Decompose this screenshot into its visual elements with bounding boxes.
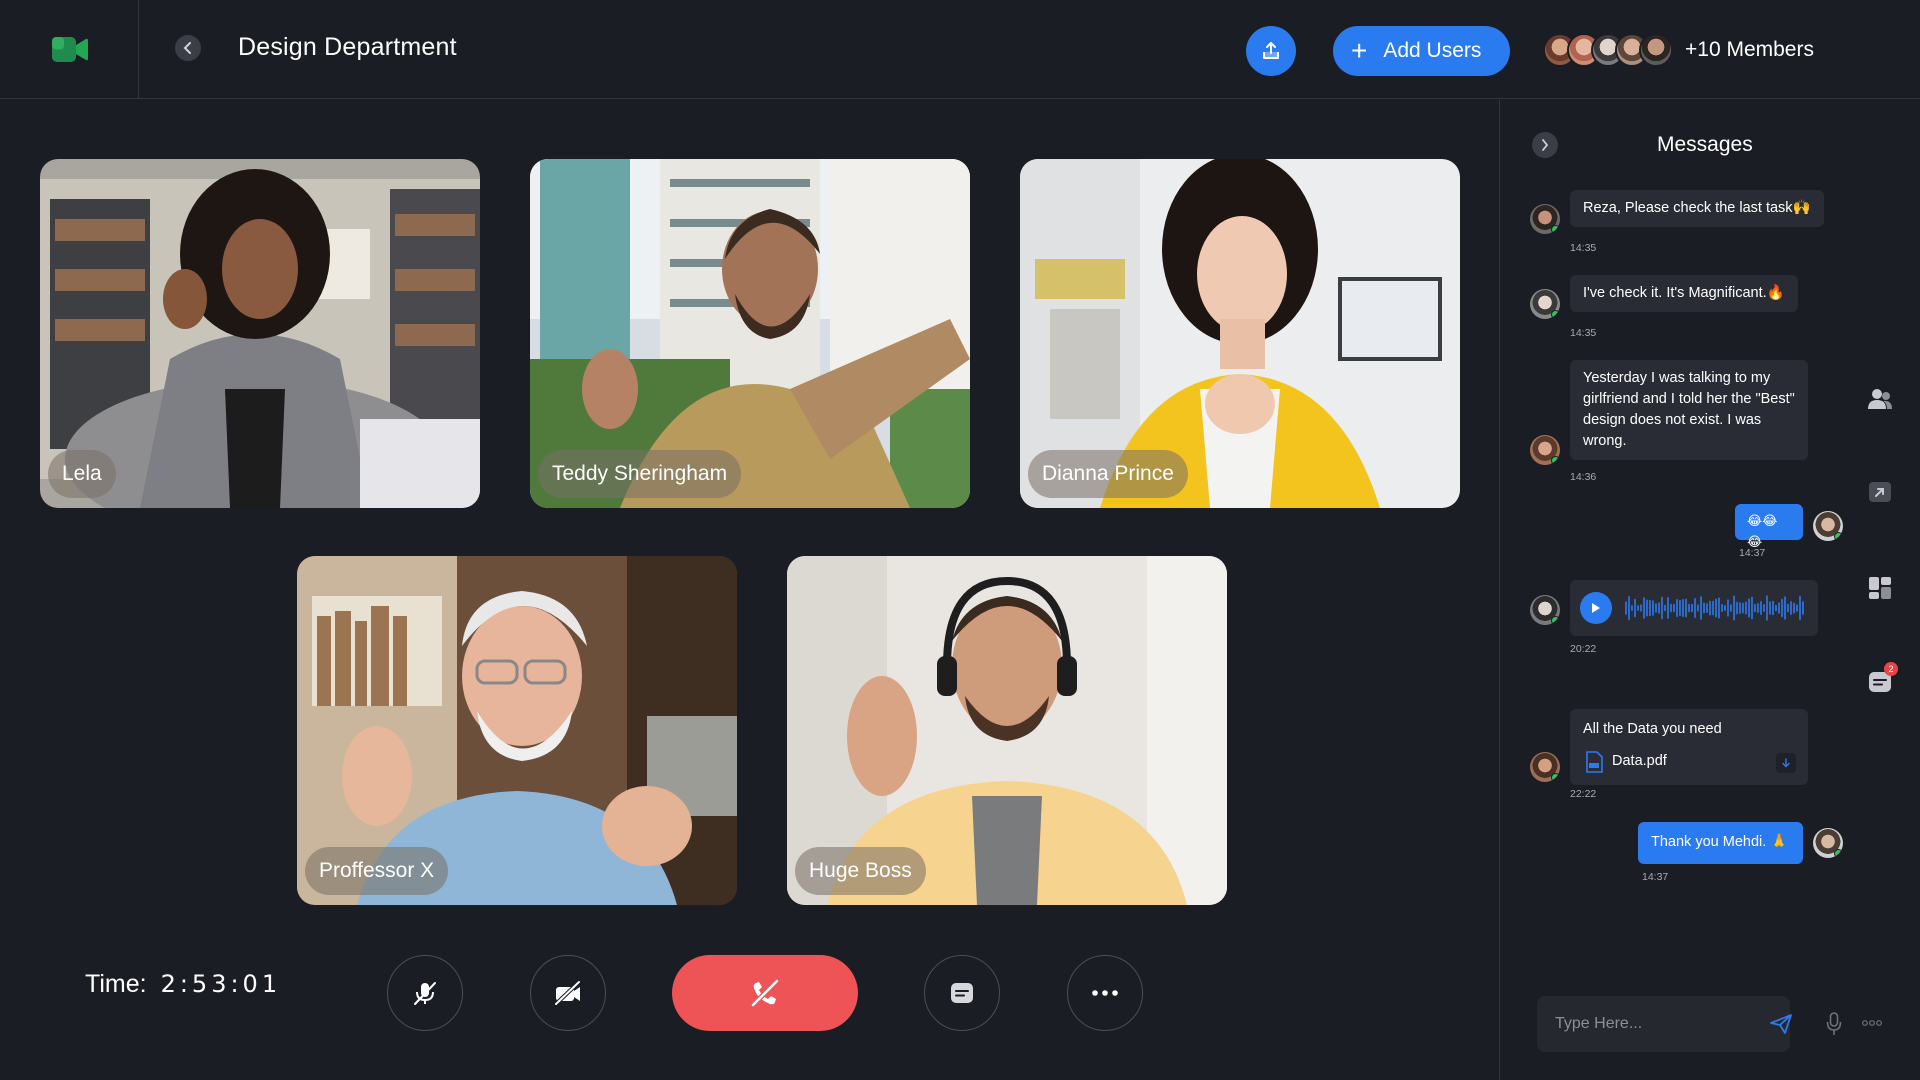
add-users-button[interactable]: + Add Users: [1333, 26, 1510, 76]
avatar: [1530, 435, 1560, 465]
logo-cell: [0, 0, 139, 99]
members-group[interactable]: +10 Members: [1543, 32, 1814, 68]
message-time: 20:22: [1570, 643, 1597, 655]
more-icon[interactable]: [1862, 1019, 1882, 1027]
participant-name: Dianna Prince: [1028, 450, 1188, 498]
camera-toggle-button[interactable]: [530, 955, 606, 1031]
mic-icon[interactable]: [1826, 1012, 1842, 1036]
voice-message[interactable]: [1570, 580, 1818, 636]
message-time: 14:36: [1570, 471, 1597, 483]
avatar: [1530, 595, 1560, 625]
participant-name: Proffessor X: [305, 847, 449, 895]
message-time: 14:37: [1642, 871, 1669, 883]
avatar: [1530, 289, 1560, 319]
chevron-right-icon: [1542, 139, 1549, 151]
add-users-label: Add Users: [1383, 39, 1482, 62]
message-time: 14:35: [1570, 242, 1597, 254]
video-tile[interactable]: Dianna Prince: [1020, 159, 1460, 508]
back-chevron-icon: [183, 42, 191, 54]
mic-off-icon: [414, 982, 436, 1005]
panel-title: Messages: [1657, 133, 1753, 156]
member-avatar: [1639, 33, 1673, 67]
message-bubble-own: 😂😂😂: [1735, 504, 1803, 550]
more-options-button[interactable]: [1067, 955, 1143, 1031]
camera-off-icon: [554, 980, 581, 1006]
message-time: 22:22: [1570, 788, 1597, 800]
page-title: Design Department: [238, 33, 457, 61]
video-tile[interactable]: Huge Boss: [787, 556, 1227, 905]
share-screen-icon: [1869, 482, 1891, 502]
end-call-icon: [750, 978, 780, 1008]
top-bar: Design Department + Add Users +10 Member…: [0, 0, 1920, 99]
message-bubble: Reza, Please check the last task🙌: [1570, 190, 1824, 227]
share-screen-toggle[interactable]: [1866, 478, 1894, 506]
message-time: 14:37: [1739, 547, 1766, 559]
chat-button[interactable]: [924, 955, 1000, 1031]
message-input-box: [1537, 996, 1790, 1052]
message-bubble: Yesterday I was talking to my girlfriend…: [1570, 360, 1808, 460]
play-button[interactable]: [1580, 592, 1612, 624]
message-bubble-own: Thank you Mehdi. 🙏: [1638, 822, 1803, 864]
waveform: [1625, 595, 1804, 621]
video-tile[interactable]: Proffessor X: [297, 556, 737, 905]
chat-icon: [951, 983, 973, 1003]
call-timer: Time: 2:53:01: [85, 970, 281, 999]
share-button[interactable]: [1246, 26, 1296, 76]
avatar: [1530, 204, 1560, 234]
members-count[interactable]: +10 Members: [1685, 38, 1814, 62]
plus-icon: +: [1351, 35, 1368, 66]
video-tile[interactable]: Lela: [40, 159, 480, 508]
timer-value: 2:53:01: [160, 970, 282, 998]
message-bubble: I've check it. It's Magnificant.🔥: [1570, 275, 1798, 312]
download-button[interactable]: [1776, 753, 1796, 773]
avatar: [1530, 752, 1560, 782]
mute-mic-button[interactable]: [387, 955, 463, 1031]
send-icon[interactable]: [1769, 1013, 1793, 1035]
video-tile[interactable]: Teddy Sheringham: [530, 159, 970, 508]
share-upload-icon: [1263, 42, 1279, 59]
file-message: All the Data you need Data.pdf: [1570, 709, 1808, 785]
more-icon: [1092, 990, 1118, 996]
play-icon: [1592, 603, 1600, 613]
unread-badge: 2: [1884, 662, 1898, 676]
collapse-panel-button[interactable]: [1532, 132, 1558, 158]
meet-logo-icon[interactable]: [52, 37, 88, 62]
pdf-file-icon: [1586, 751, 1603, 773]
participant-name: Lela: [48, 450, 116, 498]
message-time: 14:35: [1570, 327, 1597, 339]
download-icon: [1782, 758, 1790, 768]
avatar: [1813, 511, 1843, 541]
message-input[interactable]: [1555, 996, 1745, 1052]
end-call-button[interactable]: [672, 955, 858, 1031]
layout-toggle[interactable]: [1866, 574, 1894, 602]
avatar: [1813, 828, 1843, 858]
grid-icon: [1869, 577, 1891, 599]
back-button[interactable]: [175, 35, 201, 61]
participant-name: Teddy Sheringham: [538, 450, 742, 498]
users-icon: [1868, 389, 1892, 409]
participant-name: Huge Boss: [795, 847, 926, 895]
timer-label: Time:: [85, 970, 147, 998]
participants-toggle[interactable]: [1866, 385, 1894, 413]
file-name[interactable]: Data.pdf: [1612, 751, 1667, 772]
file-message-text: All the Data you need: [1583, 721, 1722, 737]
